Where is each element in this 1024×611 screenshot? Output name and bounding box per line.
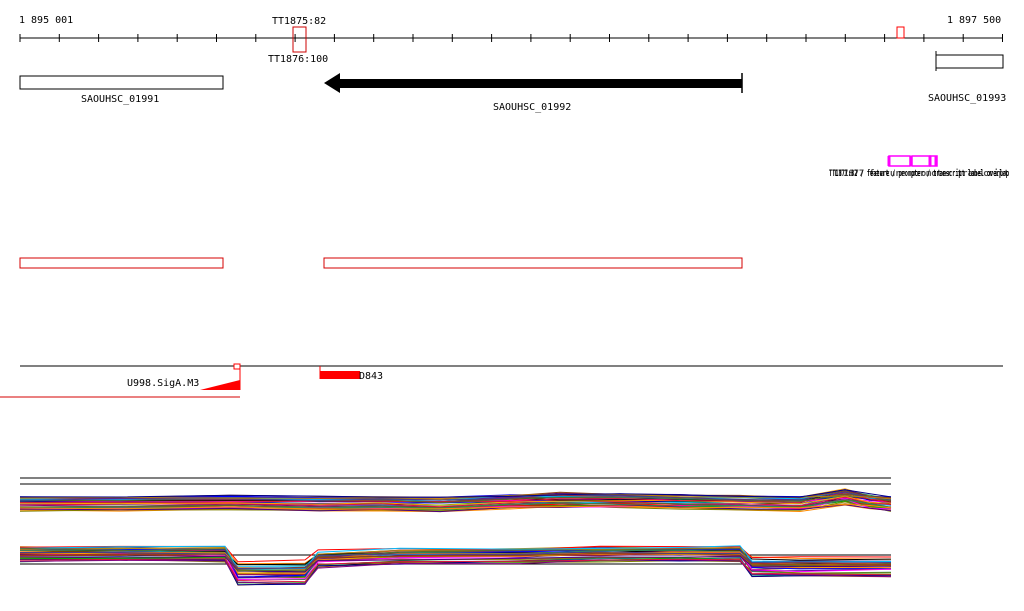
magenta-feature-2[interactable] <box>911 155 931 167</box>
feature-label-d843: D843 <box>359 371 383 382</box>
genome-browser-view: 1 895 001 1 897 500 TT1875:82 TT1876:100… <box>0 15 1009 586</box>
terminator-marker-tt1877[interactable] <box>896 26 905 39</box>
expression-profiles-group-2 <box>19 545 892 586</box>
ruler-end-label: 1 897 500 <box>947 15 1001 26</box>
gene-label-saouhsc-01992: SAOUHSC_01992 <box>493 102 571 113</box>
terminator-label-tt1876: TT1876:100 <box>268 54 328 65</box>
magenta-feature-1[interactable] <box>888 155 911 167</box>
feature-tick-u998-siga-m3 <box>233 363 241 370</box>
ruler-start-label: 1 895 001 <box>19 15 73 26</box>
terminators-track: TT1875:82 TT1876:100 <box>268 16 905 65</box>
gene-box-saouhsc-01993[interactable] <box>935 54 1004 69</box>
terminator-label-tt1875: TT1875:82 <box>272 16 326 27</box>
gene-box-saouhsc-01991[interactable] <box>19 75 224 90</box>
feature-block-d843[interactable] <box>320 371 360 379</box>
feature-triangle-u998-siga-m3[interactable] <box>200 380 240 390</box>
expression-profiles-group-1 <box>19 488 892 513</box>
gene-label-saouhsc-01993: SAOUHSC_01993 <box>928 93 1006 104</box>
genes-track: SAOUHSC_01991 SAOUHSC_01992 SAOUHSC_0199… <box>19 51 1006 113</box>
gene-label-saouhsc-01991: SAOUHSC_01991 <box>81 94 159 105</box>
annotation-box-2[interactable] <box>323 257 743 269</box>
expression-track-1 <box>19 477 892 513</box>
ruler-track: 1 895 001 1 897 500 <box>19 15 1003 42</box>
features-track: U998.SigA.M3 D843 <box>0 363 1003 398</box>
magenta-features-track: TT1877:82 / feature / promoter / transcr… <box>829 155 1009 179</box>
overlapping-feature-labels-shadow: TT1877 feature promoter transcript <box>833 168 1009 179</box>
annotation-box-1[interactable] <box>19 257 224 269</box>
annotations-track <box>19 257 743 269</box>
expression-track-2 <box>19 545 892 586</box>
gene-arrow-saouhsc-01992[interactable] <box>324 73 742 93</box>
feature-label-u998-siga-m3: U998.SigA.M3 <box>127 378 199 389</box>
